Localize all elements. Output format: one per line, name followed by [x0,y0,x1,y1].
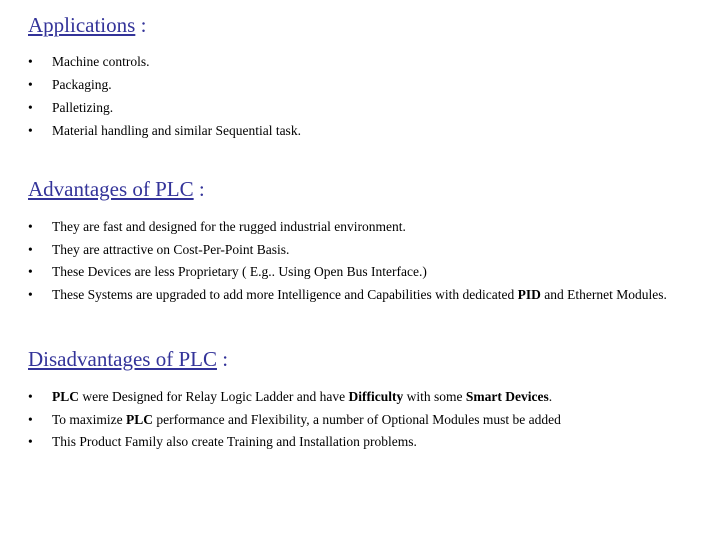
list-item: • They are attractive on Cost-Per-Point … [0,239,720,262]
bullet-icon: • [28,286,33,302]
section-advantages: Advantages of PLC : • They are fast and … [0,176,720,306]
list-item: • To maximize PLC performance and Flexib… [0,409,720,432]
bullet-icon: • [28,264,33,279]
heading-applications: Applications : [0,12,720,38]
bullet-icon: • [28,241,33,257]
list-item-label: They are fast and designed for the rugge… [52,219,406,234]
list-item-label: These Devices are less Proprietary ( E.g… [52,264,427,279]
bullet-icon: • [28,123,33,138]
list-item-label: To maximize PLC performance and Flexibil… [52,411,561,427]
list-item-label: These Systems are upgraded to add more I… [52,286,667,302]
list-item: • Palletizing. [0,96,720,119]
list-item: • These Devices are less Proprietary ( E… [0,261,720,284]
section-applications: Applications : • Machine controls. • Pac… [0,12,720,142]
bullet-list-advantages: • They are fast and designed for the rug… [0,216,720,306]
list-item-label: Palletizing. [52,100,114,115]
list-item: • These Systems are upgraded to add more… [0,284,720,307]
bullet-icon: • [28,219,33,234]
slide-canvas: Applications : • Machine controls. • Pac… [0,0,720,540]
heading-applications-text: Applications [28,13,136,37]
list-item: • PLC were Designed for Relay Logic Ladd… [0,386,720,409]
heading-applications-colon: : [135,13,147,37]
bullet-icon: • [28,54,33,69]
bullet-icon: • [28,411,33,427]
bullet-icon: • [28,100,33,115]
list-item: • Packaging. [0,73,720,96]
bullet-icon: • [28,434,33,449]
list-item: • This Product Family also create Traini… [0,431,720,454]
list-item: • Machine controls. [0,50,720,73]
list-item-label: Material handling and similar Sequential… [52,123,301,138]
heading-advantages-colon: : [193,177,205,201]
section-disadvantages: Disadvantages of PLC : • PLC were Design… [0,346,720,454]
heading-disadvantages: Disadvantages of PLC : [0,346,720,372]
bullet-list-applications: • Machine controls. • Packaging. • Palle… [0,50,720,142]
heading-disadvantages-text: Disadvantages of PLC [28,347,217,371]
heading-advantages-text: Advantages of PLC [28,177,194,201]
list-item-label: This Product Family also create Training… [52,434,417,449]
list-item-label: Packaging. [52,77,112,92]
heading-disadvantages-colon: : [216,347,229,371]
list-item-label: PLC were Designed for Relay Logic Ladder… [52,389,553,404]
list-item: • Material handling and similar Sequenti… [0,119,720,142]
bullet-icon: • [28,77,33,92]
list-item-label: Machine controls. [52,54,150,69]
list-item: • They are fast and designed for the rug… [0,216,720,239]
bullet-list-disadvantages: • PLC were Designed for Relay Logic Ladd… [0,386,720,454]
bullet-icon: • [28,389,33,404]
list-item-label: They are attractive on Cost-Per-Point Ba… [52,241,290,257]
heading-advantages: Advantages of PLC : [0,176,720,202]
